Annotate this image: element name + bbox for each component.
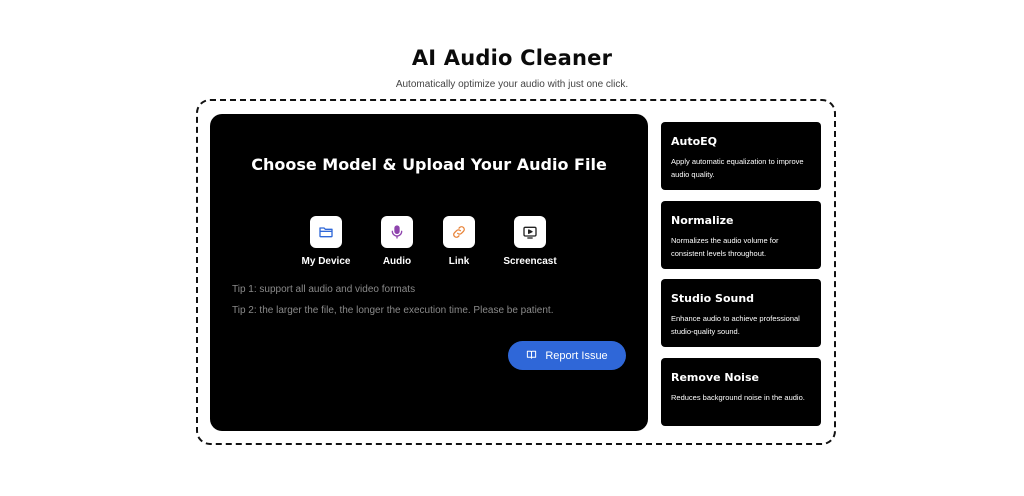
source-label: Link: [448, 256, 470, 267]
model-card-normalize[interactable]: Normalize Normalizes the audio volume fo…: [661, 201, 821, 269]
tip-1: Tip 1: support all audio and video forma…: [232, 284, 416, 295]
model-card-title: Studio Sound: [671, 292, 755, 305]
model-card-autoeq[interactable]: AutoEQ Apply automatic equalization to i…: [661, 122, 821, 190]
model-card-description: Apply automatic equalization to improve …: [671, 157, 804, 179]
source-my-device-button[interactable]: My Device: [286, 216, 366, 267]
tip-2: Tip 2: the larger the file, the longer t…: [232, 305, 554, 316]
folder-icon: [310, 216, 342, 248]
model-card-studio-sound[interactable]: Studio Sound Enhance audio to achieve pr…: [661, 279, 821, 347]
model-card-description: Reduces background noise in the audio.: [671, 393, 805, 402]
screencast-icon: [514, 216, 546, 248]
microphone-icon: [381, 216, 413, 248]
page-title: AI Audio Cleaner: [411, 46, 613, 70]
link-icon: [443, 216, 475, 248]
report-issue-label: Report Issue: [545, 349, 608, 362]
model-card-title: Remove Noise: [671, 371, 759, 384]
upload-panel: Choose Model & Upload Your Audio File My…: [210, 114, 648, 431]
source-label: My Device: [301, 256, 351, 267]
source-label: Screencast: [503, 256, 557, 267]
model-card-title: Normalize: [671, 214, 734, 227]
model-card-description: Enhance audio to achieve professional st…: [671, 314, 800, 336]
source-screencast-button[interactable]: Screencast: [490, 216, 570, 267]
report-issue-button[interactable]: Report Issue: [508, 341, 626, 370]
model-card-description: Normalizes the audio volume for consiste…: [671, 236, 779, 258]
source-link-button[interactable]: Link: [419, 216, 499, 267]
model-card-remove-noise[interactable]: Remove Noise Reduces background noise in…: [661, 358, 821, 426]
report-icon: [526, 349, 537, 363]
model-card-title: AutoEQ: [671, 135, 718, 148]
source-label: Audio: [382, 256, 412, 267]
upload-panel-title: Choose Model & Upload Your Audio File: [251, 155, 607, 174]
page-subtitle: Automatically optimize your audio with j…: [395, 79, 629, 90]
